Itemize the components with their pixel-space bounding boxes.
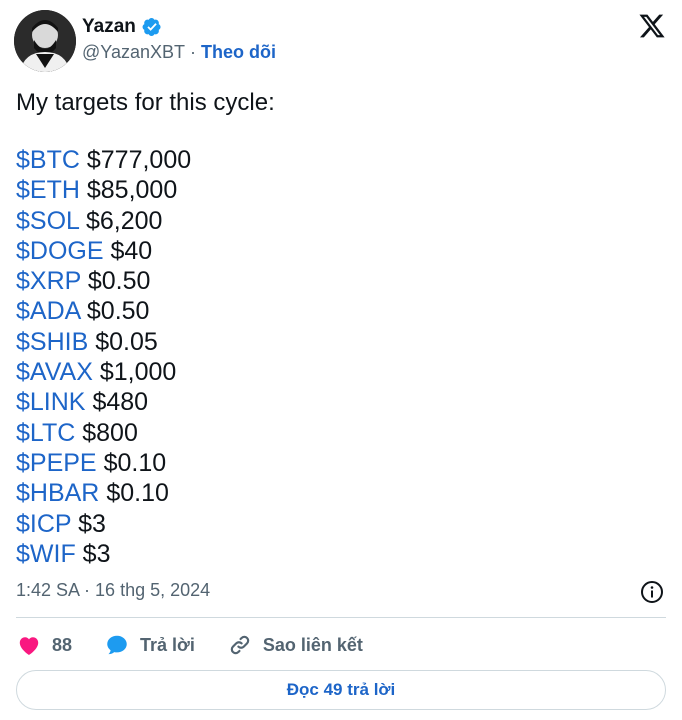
cashtag-link[interactable]: $ETH bbox=[16, 176, 80, 204]
target-item: $BTC $777,000 bbox=[16, 145, 191, 175]
reply-button[interactable]: Trả lời bbox=[104, 632, 195, 658]
target-price: $0.10 bbox=[106, 479, 169, 508]
target-item: $HBAR $0.10 bbox=[16, 478, 191, 508]
avatar[interactable] bbox=[14, 10, 76, 72]
like-count: 88 bbox=[52, 634, 73, 655]
target-item: $PEPE $0.10 bbox=[16, 448, 191, 478]
target-price: $85,000 bbox=[86, 176, 178, 205]
follow-button[interactable]: Theo dõi bbox=[201, 42, 276, 63]
author-handle[interactable]: @YazanXBT bbox=[82, 42, 185, 63]
tweet-header: Yazan @YazanXBT · Theo dõi bbox=[14, 10, 668, 72]
target-item: $SHIB $0.05 bbox=[16, 327, 191, 357]
cashtag-link[interactable]: $SHIB bbox=[16, 328, 88, 356]
x-logo-icon[interactable] bbox=[638, 12, 666, 40]
cashtag-link[interactable]: $LINK bbox=[16, 388, 85, 416]
link-icon bbox=[227, 632, 253, 658]
target-item: $ADA $0.50 bbox=[16, 296, 191, 326]
tweet-intro: My targets for this cycle: bbox=[16, 89, 275, 116]
target-price: $0.50 bbox=[86, 297, 150, 326]
target-price: $0.10 bbox=[103, 448, 167, 477]
copy-link-button[interactable]: Sao liên kết bbox=[227, 632, 363, 658]
separator-dot: · bbox=[189, 42, 196, 62]
cashtag-link[interactable]: $AVAX bbox=[16, 358, 93, 386]
cashtag-link[interactable]: $BTC bbox=[16, 146, 80, 174]
tweet-card: Yazan @YazanXBT · Theo dõi My targets fo… bbox=[0, 0, 682, 720]
target-item: $ETH $85,000 bbox=[16, 175, 191, 205]
cashtag-link[interactable]: $DOGE bbox=[16, 237, 104, 265]
target-price: $0.50 bbox=[87, 267, 151, 296]
cashtag-link[interactable]: $ADA bbox=[16, 297, 80, 325]
target-item: $WIF $3 bbox=[16, 539, 191, 569]
divider bbox=[16, 617, 666, 618]
target-price: $6,200 bbox=[85, 206, 163, 235]
target-item: $LINK $480 bbox=[16, 387, 191, 417]
tweet-timestamp[interactable]: 1:42 SA · 16 thg 5, 2024 bbox=[16, 580, 210, 601]
target-price: $480 bbox=[92, 388, 149, 417]
cashtag-link[interactable]: $ICP bbox=[16, 510, 71, 538]
cashtag-link[interactable]: $LTC bbox=[16, 419, 75, 447]
author-name[interactable]: Yazan bbox=[82, 16, 136, 38]
cashtag-link[interactable]: $WIF bbox=[16, 540, 76, 568]
target-item: $XRP $0.50 bbox=[16, 266, 191, 296]
action-bar: 88 Trả lời Sao liên kết bbox=[16, 630, 395, 660]
verified-badge-icon bbox=[142, 17, 162, 37]
target-price: $0.05 bbox=[95, 327, 158, 356]
author-handle-row: @YazanXBT · Theo dõi bbox=[82, 42, 276, 63]
target-item: $SOL $6,200 bbox=[16, 206, 191, 236]
copy-link-label: Sao liên kết bbox=[262, 634, 363, 655]
target-price: $40 bbox=[110, 236, 153, 265]
target-price: $3 bbox=[82, 539, 111, 568]
cashtag-link[interactable]: $HBAR bbox=[16, 479, 99, 507]
cashtag-link[interactable]: $PEPE bbox=[16, 449, 97, 477]
reply-label: Trả lời bbox=[140, 634, 195, 655]
speech-bubble-icon bbox=[104, 632, 130, 658]
target-item: $LTC $800 bbox=[16, 418, 191, 448]
target-item: $ICP $3 bbox=[16, 509, 191, 539]
target-price: $1,000 bbox=[99, 358, 177, 387]
cashtag-link[interactable]: $XRP bbox=[16, 267, 81, 295]
target-item: $DOGE $40 bbox=[16, 236, 191, 266]
cashtag-link[interactable]: $SOL bbox=[16, 207, 79, 235]
target-item: $AVAX $1,000 bbox=[16, 357, 191, 387]
info-icon[interactable] bbox=[640, 580, 664, 604]
author-name-row: Yazan bbox=[82, 16, 162, 38]
like-button[interactable]: 88 bbox=[16, 632, 72, 658]
target-price: $800 bbox=[82, 418, 138, 447]
heart-icon bbox=[16, 632, 42, 658]
target-price: $3 bbox=[78, 509, 106, 538]
targets-list: $BTC $777,000 $ETH $85,000 $SOL $6,200 $… bbox=[16, 145, 191, 569]
read-replies-button[interactable]: Đọc 49 trả lời bbox=[16, 670, 666, 710]
target-price: $777,000 bbox=[86, 146, 192, 174]
